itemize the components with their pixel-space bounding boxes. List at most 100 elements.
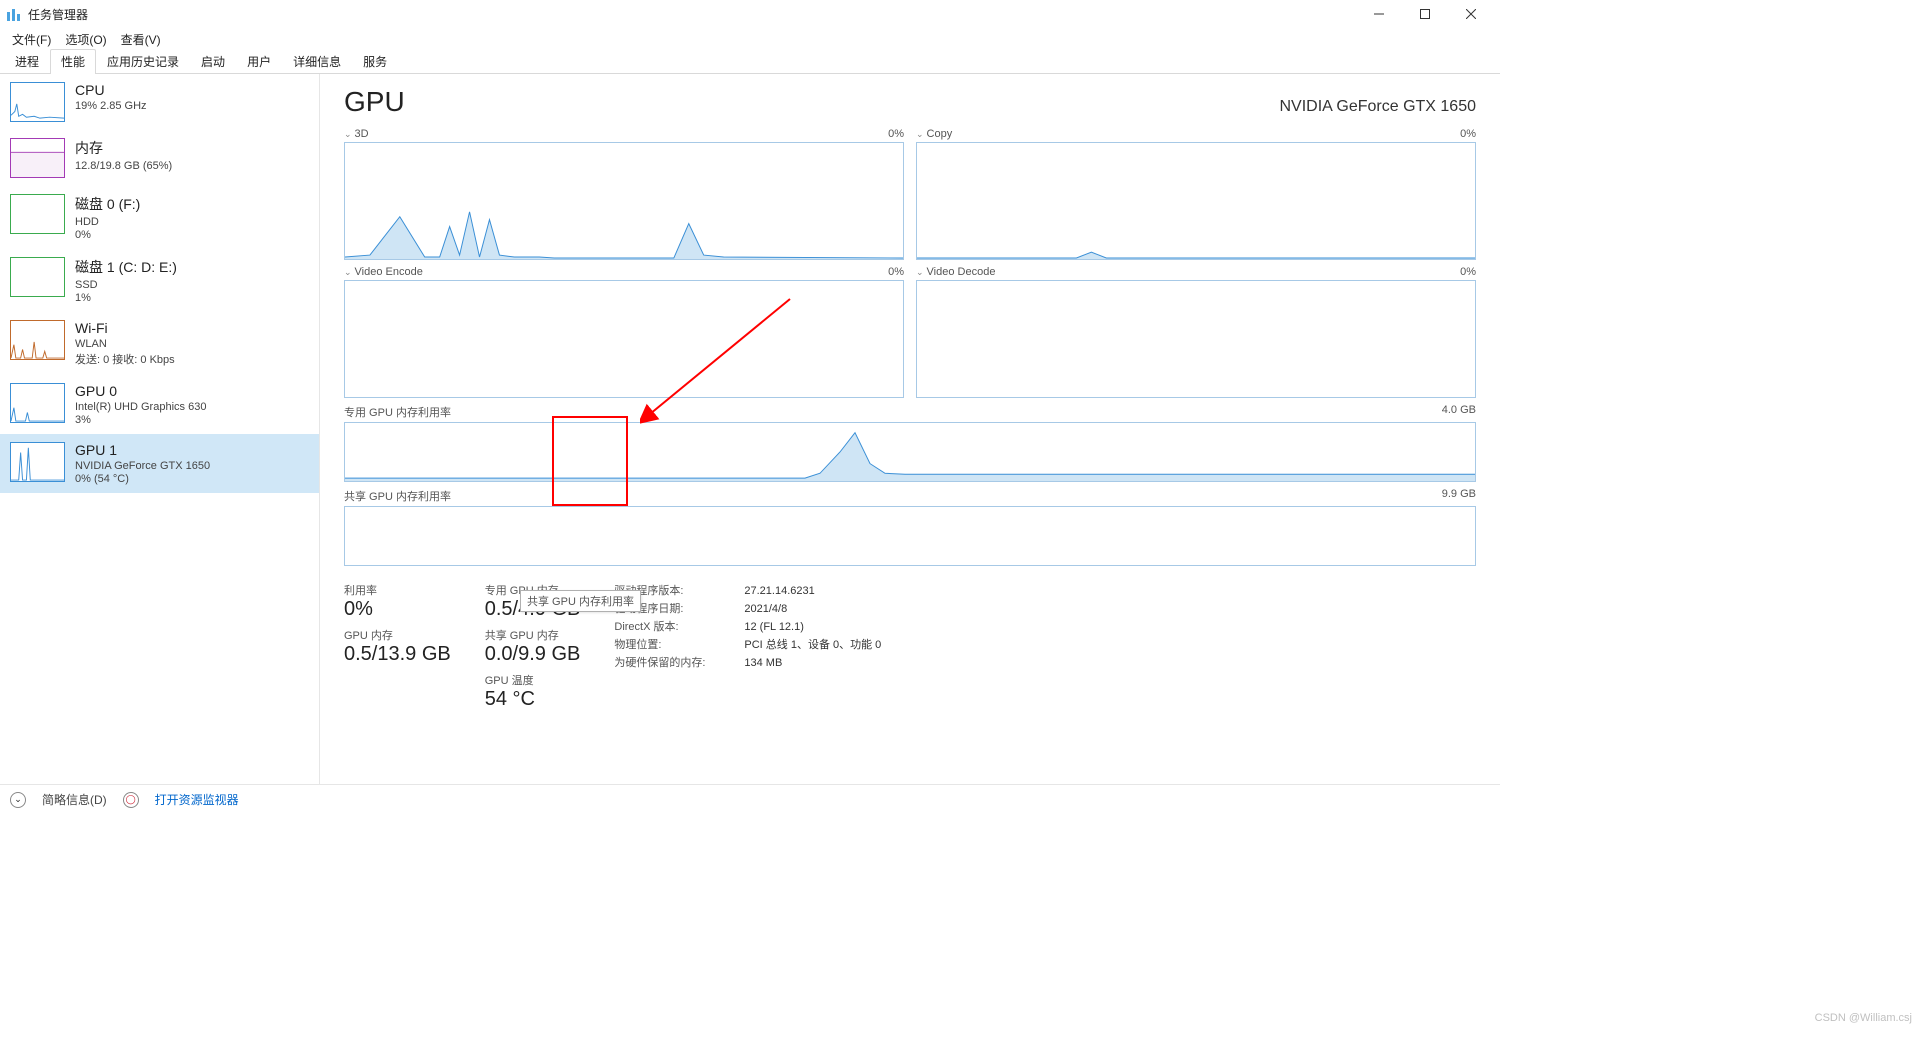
- chart-vd-right: 0%: [1460, 266, 1476, 278]
- menu-options[interactable]: 选项(O): [59, 29, 112, 50]
- tab-details[interactable]: 详细信息: [282, 49, 352, 74]
- sidebar-item-memory[interactable]: 内存 12.8/19.8 GB (65%): [0, 130, 319, 186]
- wifi-title: Wi-Fi: [75, 320, 175, 336]
- cpu-thumb-icon: [10, 82, 65, 122]
- stat-temp-label: GPU 温度: [485, 672, 581, 688]
- details-list: 驱动程序版本:27.21.14.6231 驱动程序日期:2021/4/8 Dir…: [614, 582, 881, 711]
- collapse-icon[interactable]: ⌄: [10, 792, 26, 808]
- stat-mem-label: GPU 内存: [344, 627, 451, 643]
- chart-shr-label: 共享 GPU 内存利用率: [344, 488, 451, 504]
- tab-processes[interactable]: 进程: [4, 49, 50, 74]
- chevron-down-icon[interactable]: ⌄: [916, 129, 924, 139]
- chart-video-encode[interactable]: ⌄Video Encode0%: [344, 264, 904, 398]
- chart-shr-right: 9.9 GB: [1442, 488, 1476, 504]
- chart-ve-label: Video Encode: [355, 266, 423, 278]
- tab-users[interactable]: 用户: [236, 49, 282, 74]
- chart-vd-label: Video Decode: [927, 266, 996, 278]
- detail-v-0: 27.21.14.6231: [744, 582, 814, 600]
- memory-title: 内存: [75, 138, 172, 158]
- disk0-title: 磁盘 0 (F:): [75, 194, 140, 214]
- tab-strip: 进程 性能 应用历史记录 启动 用户 详细信息 服务: [0, 50, 1500, 74]
- stat-mem-value: 0.5/13.9 GB: [344, 643, 451, 666]
- disk1-title: 磁盘 1 (C: D: E:): [75, 257, 177, 277]
- chart-video-decode[interactable]: ⌄Video Decode 0%: [916, 264, 1476, 398]
- memory-thumb-icon: [10, 138, 65, 178]
- chart-3d-label: 3D: [355, 128, 369, 140]
- disk1-thumb-icon: [10, 257, 65, 297]
- disk0-line2: HDD: [75, 216, 140, 228]
- chart-copy[interactable]: ⌄Copy 0%: [916, 126, 1476, 260]
- gpu0-line2: Intel(R) UHD Graphics 630: [75, 401, 206, 413]
- chart-3d-right: 0%: [888, 128, 904, 140]
- watermark: CSDN @William.csj: [1815, 1012, 1912, 1024]
- window-title: 任务管理器: [28, 6, 88, 23]
- chart-copy-label: Copy: [927, 128, 953, 140]
- disk1-line3: 1%: [75, 292, 177, 304]
- cpu-value: 19% 2.85 GHz: [75, 100, 147, 112]
- stats-panel: 利用率0% GPU 内存0.5/13.9 GB 专用 GPU 内存0.5/4.0…: [344, 582, 1476, 711]
- stat-util-label: 利用率: [344, 582, 451, 598]
- sidebar-item-cpu[interactable]: CPU 19% 2.85 GHz: [0, 74, 319, 130]
- chart-ded-label: 专用 GPU 内存利用率: [344, 404, 451, 420]
- wifi-thumb-icon: [10, 320, 65, 360]
- wifi-line3: 发送: 0 接收: 0 Kbps: [75, 351, 175, 367]
- sidebar-item-disk1[interactable]: 磁盘 1 (C: D: E:) SSD1%: [0, 249, 319, 312]
- gpu0-line3: 3%: [75, 414, 206, 426]
- tab-app-history[interactable]: 应用历史记录: [96, 49, 190, 74]
- sidebar-item-gpu1[interactable]: GPU 1NVIDIA GeForce GTX 16500% (54 °C): [0, 434, 319, 493]
- chevron-down-icon[interactable]: ⌄: [916, 267, 924, 277]
- main-panel: GPU NVIDIA GeForce GTX 1650 ⌄3D0% ⌄Copy0…: [320, 74, 1500, 784]
- chart-ded-right: 4.0 GB: [1442, 404, 1476, 420]
- chart-copy-right: 0%: [1460, 128, 1476, 140]
- stat-util-value: 0%: [344, 598, 451, 621]
- menubar: 文件(F) 选项(O) 查看(V): [0, 28, 1500, 50]
- gpu1-line2: NVIDIA GeForce GTX 1650: [75, 460, 210, 472]
- tooltip: 共享 GPU 内存利用率: [520, 590, 641, 612]
- sidebar-item-wifi[interactable]: Wi-Fi WLAN发送: 0 接收: 0 Kbps: [0, 312, 319, 375]
- gpu1-thumb-icon: [10, 442, 65, 482]
- chevron-down-icon[interactable]: ⌄: [344, 267, 352, 277]
- tab-startup[interactable]: 启动: [190, 49, 236, 74]
- tab-performance[interactable]: 性能: [50, 49, 96, 74]
- stat-shr-label: 共享 GPU 内存: [485, 627, 581, 643]
- detail-k-3: 物理位置:: [614, 636, 724, 654]
- detail-k-2: DirectX 版本:: [614, 618, 724, 636]
- cpu-title: CPU: [75, 82, 147, 98]
- gpu-model: NVIDIA GeForce GTX 1650: [1279, 98, 1476, 116]
- resmon-icon: ◯: [123, 792, 139, 808]
- footer: ⌄ 简略信息(D) ◯ 打开资源监视器: [0, 784, 1500, 814]
- detail-v-1: 2021/4/8: [744, 600, 787, 618]
- brief-info-link[interactable]: 简略信息(D): [42, 791, 107, 808]
- annotation-arrow-icon: [640, 294, 800, 424]
- tab-services[interactable]: 服务: [352, 49, 398, 74]
- stat-temp-value: 54 °C: [485, 688, 581, 711]
- minimize-button[interactable]: [1356, 0, 1402, 28]
- disk0-thumb-icon: [10, 194, 65, 234]
- maximize-button[interactable]: [1402, 0, 1448, 28]
- detail-v-4: 134 MB: [744, 654, 782, 672]
- page-title: GPU: [344, 86, 405, 118]
- chart-dedicated-memory[interactable]: 专用 GPU 内存利用率 4.0 GB: [344, 402, 1476, 482]
- menu-view[interactable]: 查看(V): [115, 29, 167, 50]
- gpu0-thumb-icon: [10, 383, 65, 423]
- open-resmon-link[interactable]: 打开资源监视器: [155, 791, 239, 808]
- chart-shared-memory[interactable]: 共享 GPU 内存利用率 9.9 GB: [344, 486, 1476, 566]
- chevron-down-icon[interactable]: ⌄: [344, 129, 352, 139]
- disk1-line2: SSD: [75, 279, 177, 291]
- gpu0-title: GPU 0: [75, 383, 206, 399]
- wifi-line2: WLAN: [75, 338, 175, 350]
- menu-file[interactable]: 文件(F): [6, 29, 57, 50]
- app-icon: [6, 6, 22, 22]
- annotation-rectangle: [552, 416, 628, 506]
- detail-v-3: PCI 总线 1、设备 0、功能 0: [744, 636, 881, 654]
- gpu1-line3: 0% (54 °C): [75, 473, 210, 485]
- titlebar: 任务管理器: [0, 0, 1500, 28]
- chart-3d[interactable]: ⌄3D 0%: [344, 126, 904, 260]
- sidebar-item-disk0[interactable]: 磁盘 0 (F:)HDD0%: [0, 186, 319, 249]
- memory-value: 12.8/19.8 GB (65%): [75, 160, 172, 172]
- sidebar-item-gpu0[interactable]: GPU 0 Intel(R) UHD Graphics 6303%: [0, 375, 319, 434]
- sidebar: CPU 19% 2.85 GHz 内存 12.8/19.8 GB (65%) 磁盘 …: [0, 74, 320, 784]
- stat-shr-value: 0.0/9.9 GB: [485, 643, 581, 666]
- detail-k-4: 为硬件保留的内存:: [614, 654, 724, 672]
- close-button[interactable]: [1448, 0, 1494, 28]
